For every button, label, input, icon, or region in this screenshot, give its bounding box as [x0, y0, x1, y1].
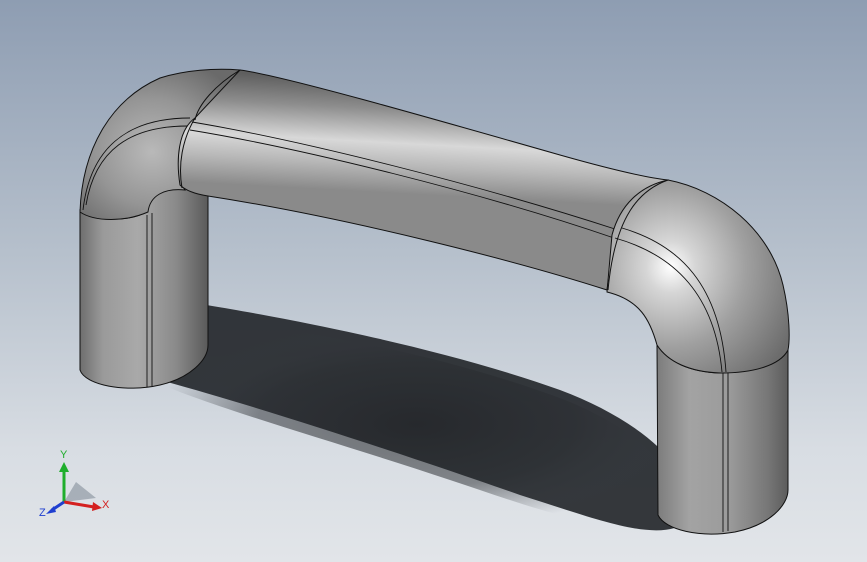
graphics-viewport[interactable]: Y X Z: [0, 0, 867, 562]
y-axis-label: Y: [60, 449, 68, 461]
x-axis-arrow: [92, 502, 102, 511]
x-axis-label: X: [102, 499, 110, 511]
right-elbow[interactable]: [606, 179, 790, 374]
handle-model[interactable]: [0, 0, 867, 562]
z-axis-label: Z: [39, 507, 46, 519]
y-axis-arrow: [59, 462, 69, 472]
reference-triad[interactable]: Y X Z: [36, 444, 116, 524]
model-shadow: [142, 300, 692, 531]
x-axis: [63, 500, 95, 509]
triad-plane: [64, 482, 96, 502]
top-bar[interactable]: [177, 69, 670, 291]
